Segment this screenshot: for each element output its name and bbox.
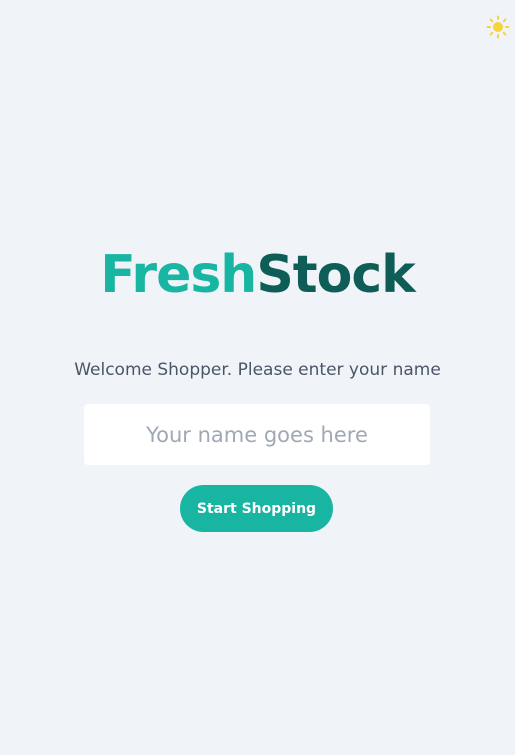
welcome-prompt: Welcome Shopper. Please enter your name <box>74 360 441 380</box>
name-input[interactable] <box>84 404 430 465</box>
start-shopping-button[interactable]: Start Shopping <box>180 485 333 532</box>
theme-toggle-button[interactable] <box>485 15 511 43</box>
welcome-page: FreshStock Welcome Shopper. Please enter… <box>0 0 515 755</box>
brand-name-part-2: Stock <box>256 245 415 305</box>
sun-icon <box>486 15 510 43</box>
brand-name-part-1: Fresh <box>100 245 257 305</box>
brand-logo: FreshStock <box>0 240 515 310</box>
